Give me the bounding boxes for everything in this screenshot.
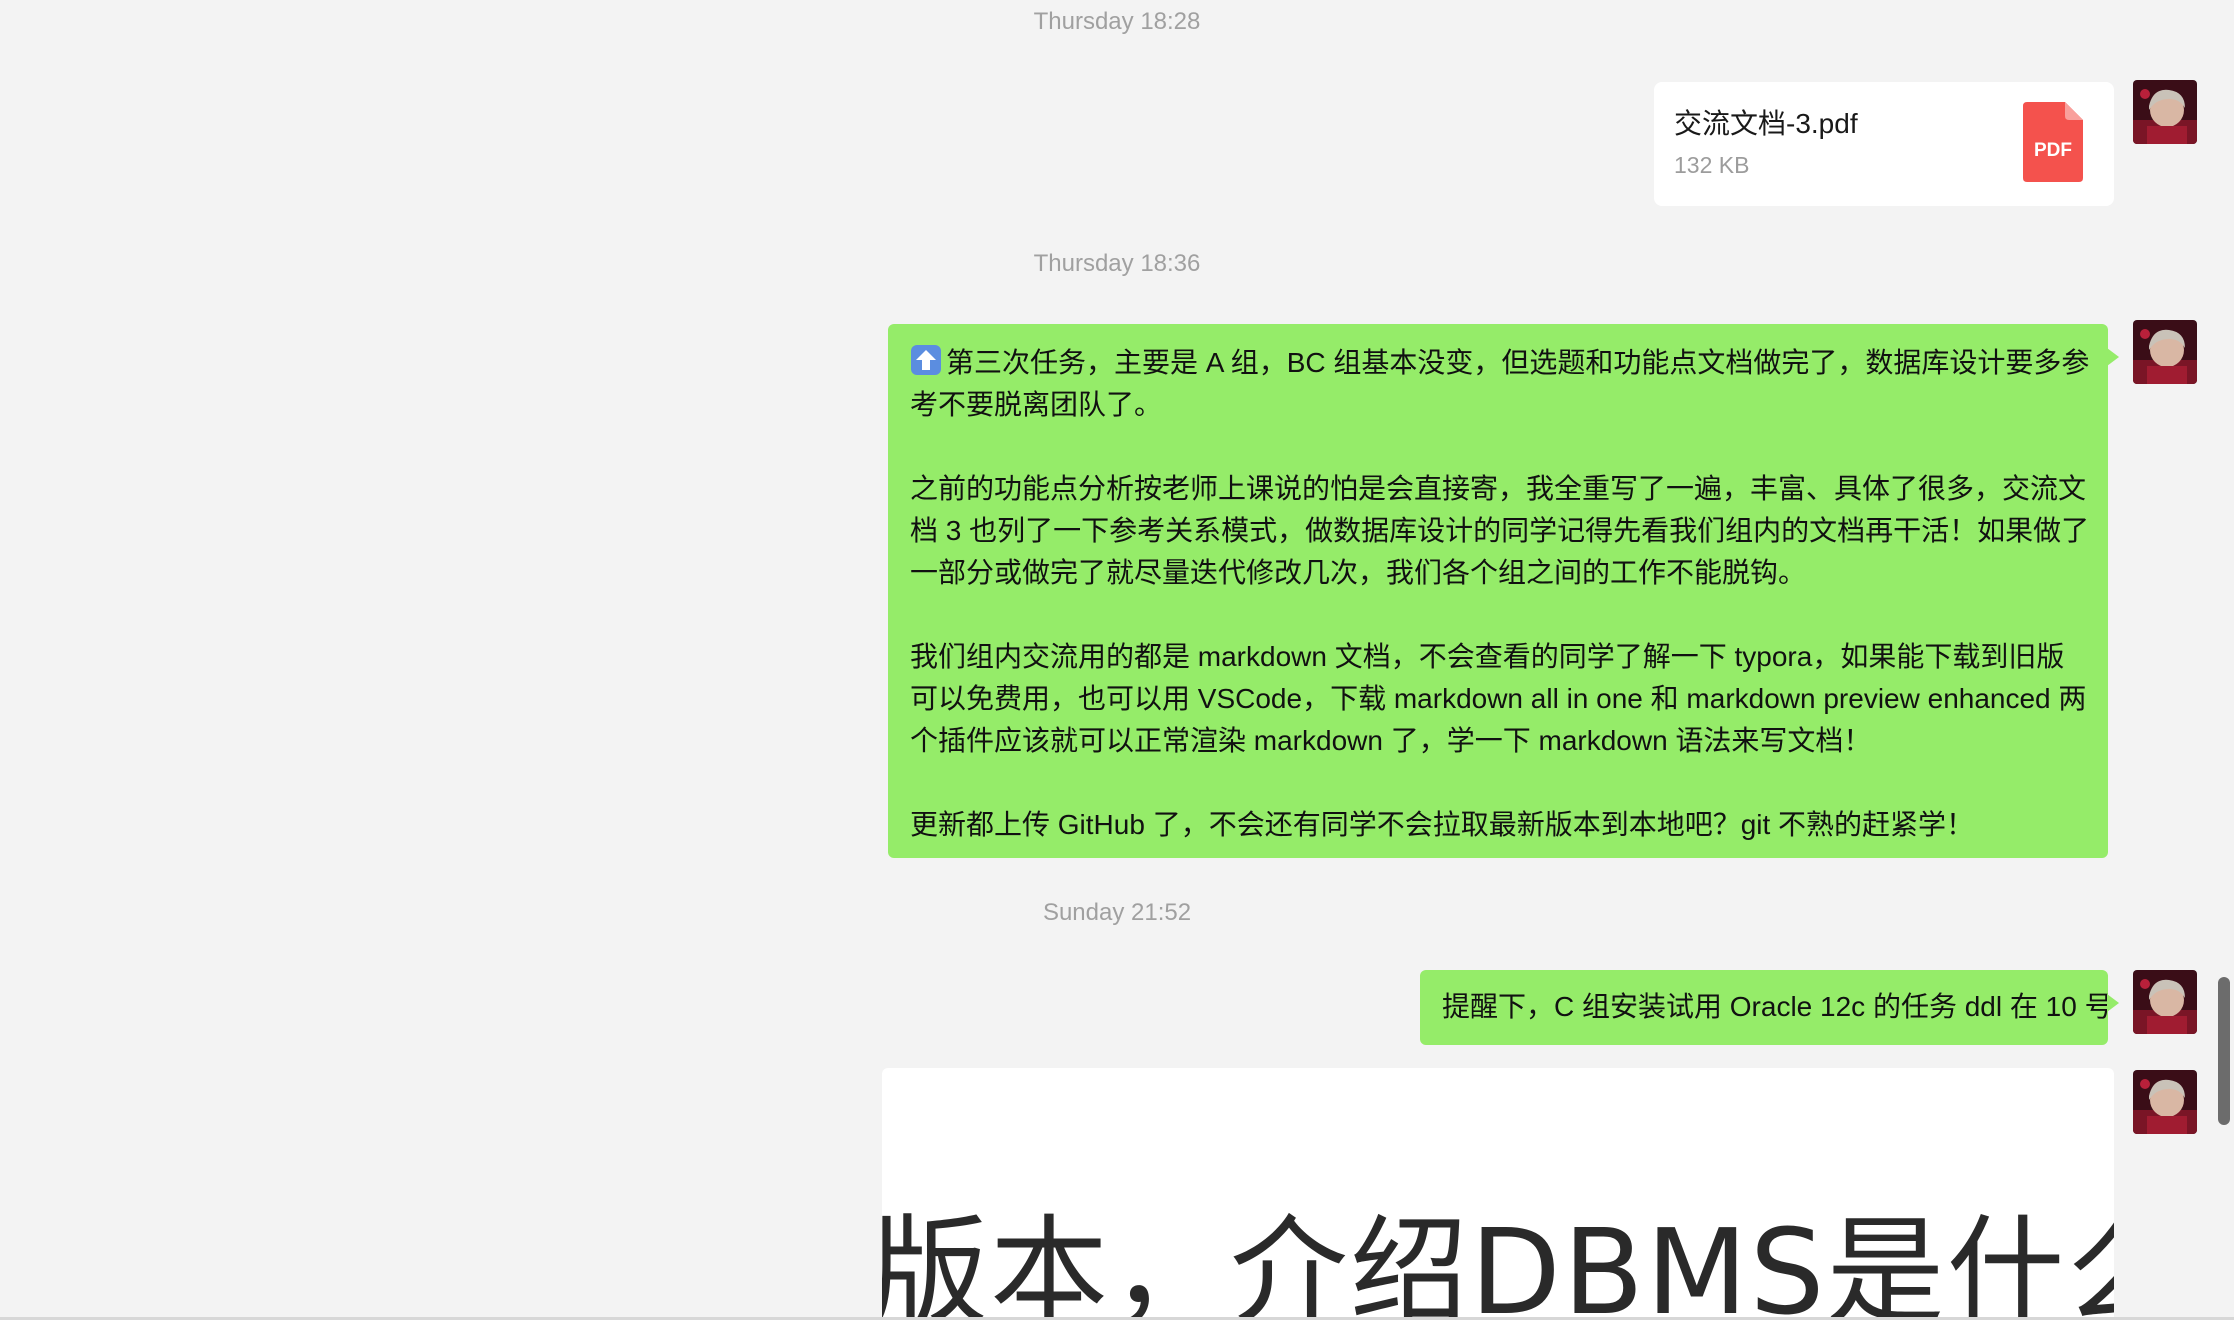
timestamp: Thursday 18:36 (1033, 250, 1201, 277)
scrollbar-thumb[interactable] (2218, 977, 2230, 1125)
timestamp: Sunday 21:52 (1042, 899, 1192, 926)
text-message[interactable]: 提醒下，C 组安装试用 Oracle 12c 的任务 ddl 在 10 号 (1420, 970, 2119, 1045)
up-arrow-emoji-icon (910, 344, 942, 376)
timestamp: Thursday 18:28 (1033, 8, 1201, 35)
text-message[interactable]: 第三次任务，主要是 A 组，BC 组基本没变，但选题和功能点文档做完了，数据库设… (888, 324, 2119, 858)
file-message[interactable]: 交流文档-3.pdf 132 KB PDF (1654, 82, 2114, 206)
message-paragraph: 第三次任务，主要是 A 组，BC 组基本没变，但选题和功能点文档做完了，数据库设… (910, 347, 2090, 420)
message-paragraph: 之前的功能点分析按老师上课说的怕是会直接寄，我全重写了一遍，丰富、具体了很多，交… (910, 473, 2090, 588)
pdf-icon-label: PDF (2034, 140, 2072, 161)
avatar[interactable] (2133, 320, 2197, 384)
pdf-file-icon: PDF (2023, 102, 2083, 182)
message-paragraph: 我们组内交流用的都是 markdown 文档，不会查看的同学了解一下 typor… (910, 641, 2087, 756)
chat-message-list[interactable]: Thursday 18:28 交流文档-3.pdf 132 KB PDF Thu… (0, 0, 2234, 1320)
image-preview-text: 版本，介绍DBMS是什么 (882, 1203, 2114, 1320)
avatar[interactable] (2133, 1070, 2197, 1134)
file-name: 交流文档-3.pdf (1674, 108, 1858, 139)
image-message[interactable]: 版本，介绍DBMS是什么 (882, 1068, 2114, 1320)
file-size: 132 KB (1674, 152, 1750, 178)
avatar[interactable] (2133, 970, 2197, 1034)
message-paragraph: 更新都上传 GitHub 了，不会还有同学不会拉取最新版本到本地吧？git 不熟… (910, 809, 1975, 840)
avatar[interactable] (2133, 80, 2197, 144)
